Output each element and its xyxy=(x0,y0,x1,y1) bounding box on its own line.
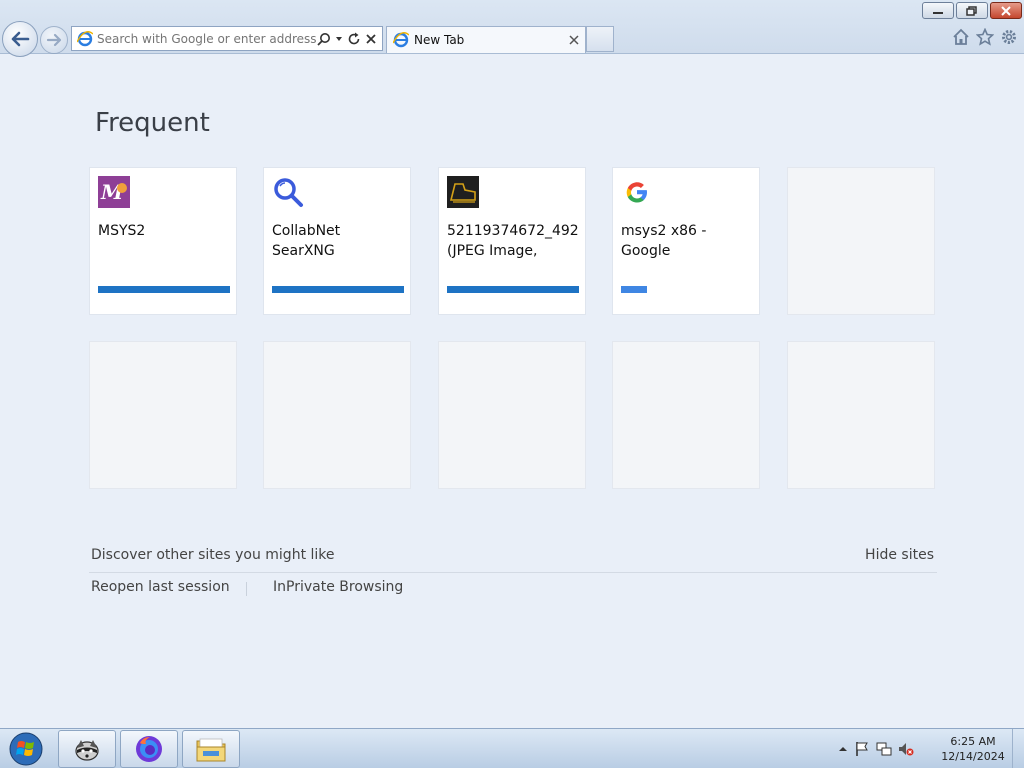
forward-arrow-icon xyxy=(46,33,62,47)
firefox-icon xyxy=(136,736,162,762)
usage-bar-fill xyxy=(621,286,648,293)
file-explorer-icon xyxy=(196,738,226,762)
frequent-heading: Frequent xyxy=(95,108,210,138)
stop-icon[interactable] xyxy=(365,33,377,45)
search-icon[interactable] xyxy=(317,32,331,46)
close-icon xyxy=(1001,5,1011,16)
restore-button[interactable] xyxy=(956,2,988,19)
usage-bar xyxy=(621,286,753,293)
inprivate-browsing-link[interactable]: InPrivate Browsing xyxy=(273,579,403,595)
taskbar-app-raccoon[interactable] xyxy=(58,730,116,768)
tile-empty[interactable] xyxy=(787,341,935,489)
windows-logo-icon xyxy=(9,732,43,766)
ie-icon xyxy=(77,30,93,46)
close-window-button[interactable] xyxy=(990,2,1022,19)
clock-date: 12/14/2024 xyxy=(941,750,1005,763)
command-icons xyxy=(952,28,1018,46)
msys2-logo-icon: M xyxy=(98,176,130,208)
tile-empty[interactable] xyxy=(89,341,237,489)
minimize-button[interactable] xyxy=(922,2,954,19)
tile-label: CollabNet SearXNG xyxy=(272,223,341,259)
address-bar xyxy=(71,26,383,51)
chevron-up-icon[interactable] xyxy=(838,744,848,754)
close-icon xyxy=(569,35,579,45)
tile-empty[interactable] xyxy=(263,341,411,489)
taskbar: 6:25 AM 12/14/2024 xyxy=(0,728,1024,768)
home-icon[interactable] xyxy=(952,28,970,46)
star-icon[interactable] xyxy=(976,28,994,46)
taskbar-clock[interactable]: 6:25 AM 12/14/2024 xyxy=(940,734,1006,764)
magnifier-icon xyxy=(274,178,303,207)
system-tray xyxy=(838,729,914,768)
tile-label: MSYS2 xyxy=(98,223,146,239)
taskbar-app-firefox[interactable] xyxy=(120,730,178,768)
address-input[interactable] xyxy=(97,28,317,49)
raccoon-app-icon xyxy=(75,740,99,761)
back-arrow-icon xyxy=(11,31,30,47)
network-icon[interactable] xyxy=(876,741,892,757)
usage-bar-fill xyxy=(447,286,579,293)
tile-empty[interactable] xyxy=(438,341,586,489)
usage-bar xyxy=(447,286,579,293)
divider xyxy=(89,572,937,573)
tab-new-tab[interactable]: New Tab xyxy=(386,26,586,53)
window-controls xyxy=(922,2,1022,19)
taskbar-app-file-explorer[interactable] xyxy=(182,730,240,768)
usage-bar xyxy=(98,286,230,293)
gear-icon[interactable] xyxy=(1000,28,1018,46)
link-separator xyxy=(246,582,247,596)
hide-sites-link[interactable]: Hide sites xyxy=(865,547,934,563)
refresh-icon[interactable] xyxy=(347,32,361,46)
forward-button[interactable] xyxy=(40,26,68,54)
tile-empty[interactable] xyxy=(787,167,935,315)
tile-label: 52119374672_4925e (JPEG Image, xyxy=(447,223,579,259)
address-tools xyxy=(317,32,377,46)
tab-title: New Tab xyxy=(414,33,465,47)
minimize-icon xyxy=(933,11,943,14)
ie-icon xyxy=(393,32,409,48)
chevron-down-icon[interactable] xyxy=(335,35,343,43)
discover-sites-link[interactable]: Discover other sites you might like xyxy=(91,547,335,563)
show-desktop-button[interactable] xyxy=(1012,729,1024,768)
action-center-flag-icon[interactable] xyxy=(854,741,870,757)
browser-titlebar: New Tab xyxy=(0,0,1024,57)
volume-muted-icon[interactable] xyxy=(898,741,914,757)
usage-bar-fill xyxy=(98,286,230,293)
restore-icon xyxy=(966,5,977,16)
google-g-icon xyxy=(626,182,647,203)
tile-label: msys2 x86 - Google Search xyxy=(621,223,707,259)
tab-close-button[interactable] xyxy=(569,35,579,45)
back-button[interactable] xyxy=(2,21,38,57)
clock-time: 6:25 AM xyxy=(950,735,996,748)
tile-jpeg-image[interactable]: 52119374672_4925e (JPEG Image, xyxy=(438,167,586,315)
image-thumbnail-icon xyxy=(447,176,479,208)
new-tab-button[interactable] xyxy=(586,26,614,52)
start-button[interactable] xyxy=(6,731,46,767)
usage-bar-fill xyxy=(272,286,404,293)
tile-empty[interactable] xyxy=(612,341,760,489)
reopen-last-session-link[interactable]: Reopen last session xyxy=(91,579,230,595)
tile-collabnet-searxng[interactable]: CollabNet SearXNG xyxy=(263,167,411,315)
usage-bar xyxy=(272,286,404,293)
tile-msys2[interactable]: M MSYS2 xyxy=(89,167,237,315)
tile-google-search[interactable]: msys2 x86 - Google Search xyxy=(612,167,760,315)
